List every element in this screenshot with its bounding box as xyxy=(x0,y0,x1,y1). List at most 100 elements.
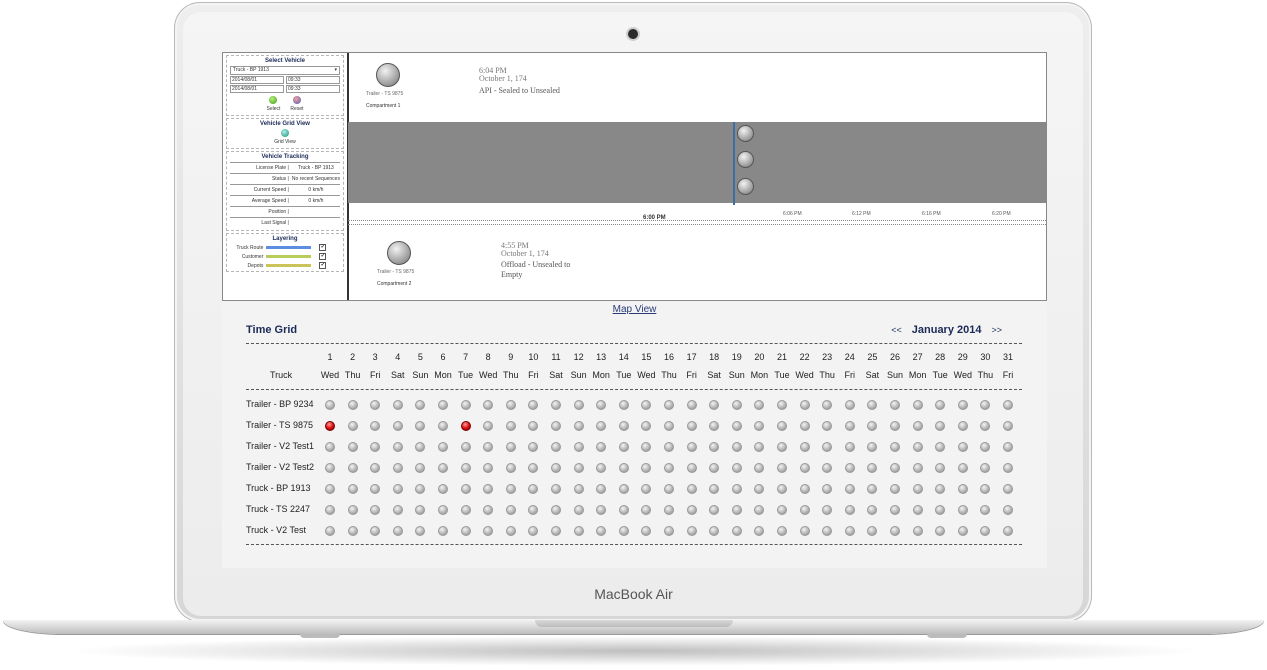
day-status-dot[interactable] xyxy=(867,442,878,452)
day-status-dot[interactable] xyxy=(618,421,629,431)
day-status-dot[interactable] xyxy=(664,463,674,473)
day-status-dot[interactable] xyxy=(505,484,516,494)
day-status-dot[interactable] xyxy=(754,400,765,410)
day-status-dot[interactable] xyxy=(438,484,448,494)
day-status-dot[interactable] xyxy=(438,442,448,452)
day-status-dot[interactable] xyxy=(392,526,403,536)
day-status-dot[interactable] xyxy=(392,505,403,515)
day-status-dot[interactable] xyxy=(709,484,720,494)
day-status-dot[interactable] xyxy=(438,400,448,410)
day-status-dot[interactable] xyxy=(392,421,403,431)
day-status-dot[interactable] xyxy=(415,442,426,452)
day-status-dot[interactable] xyxy=(551,400,561,410)
day-status-dot[interactable] xyxy=(777,484,787,494)
day-status-dot[interactable] xyxy=(686,484,697,494)
day-status-dot[interactable] xyxy=(822,400,833,410)
day-status-dot[interactable] xyxy=(325,484,335,494)
day-status-dot[interactable] xyxy=(573,442,584,452)
day-status-dot[interactable] xyxy=(799,526,810,536)
day-status-dot[interactable] xyxy=(325,463,335,473)
day-status-dot[interactable] xyxy=(573,526,584,536)
day-status-dot[interactable] xyxy=(325,400,335,410)
day-status-dot[interactable] xyxy=(844,400,855,410)
day-status-dot[interactable] xyxy=(618,463,629,473)
day-status-dot[interactable] xyxy=(754,442,765,452)
day-status-dot[interactable] xyxy=(347,484,358,494)
day-status-dot[interactable] xyxy=(528,526,539,536)
day-status-dot[interactable] xyxy=(596,505,607,515)
day-status-dot[interactable] xyxy=(844,421,855,431)
day-status-dot[interactable] xyxy=(980,505,991,515)
day-status-dot[interactable] xyxy=(844,484,855,494)
day-status-dot[interactable] xyxy=(957,505,968,515)
day-status-dot[interactable] xyxy=(483,442,494,452)
day-status-dot[interactable] xyxy=(596,400,607,410)
day-status-dot[interactable] xyxy=(731,400,742,410)
day-status-dot[interactable] xyxy=(347,421,358,431)
day-status-dot[interactable] xyxy=(686,526,697,536)
day-status-dot[interactable] xyxy=(528,505,539,515)
day-status-dot[interactable] xyxy=(551,484,561,494)
day-status-dot[interactable] xyxy=(1003,505,1013,515)
day-status-dot[interactable] xyxy=(890,400,900,410)
day-status-dot[interactable] xyxy=(370,505,381,515)
day-status-dot[interactable] xyxy=(415,400,426,410)
day-status-dot[interactable] xyxy=(912,505,923,515)
day-status-dot[interactable] xyxy=(686,505,697,515)
day-status-dot[interactable] xyxy=(912,400,923,410)
day-status-dot[interactable] xyxy=(551,505,561,515)
day-status-dot[interactable] xyxy=(731,526,742,536)
day-status-dot[interactable] xyxy=(392,463,403,473)
day-status-dot[interactable] xyxy=(709,463,720,473)
day-status-dot[interactable] xyxy=(822,526,833,536)
day-status-dot[interactable] xyxy=(867,526,878,536)
map-view-link[interactable]: Map View xyxy=(222,304,1047,315)
select-button[interactable]: Select xyxy=(267,96,280,112)
day-status-dot-alert[interactable] xyxy=(325,421,335,431)
day-status-dot[interactable] xyxy=(890,484,900,494)
day-status-dot[interactable] xyxy=(957,526,968,536)
day-status-dot[interactable] xyxy=(460,442,471,452)
day-status-dot[interactable] xyxy=(438,505,448,515)
day-status-dot[interactable] xyxy=(618,442,629,452)
vehicle-select[interactable]: Truck - BP 1913 ▾ xyxy=(230,66,340,75)
day-status-dot[interactable] xyxy=(551,526,561,536)
day-status-dot[interactable] xyxy=(867,400,878,410)
day-status-dot[interactable] xyxy=(528,421,539,431)
day-status-dot[interactable] xyxy=(505,526,516,536)
day-status-dot[interactable] xyxy=(460,505,471,515)
day-status-dot[interactable] xyxy=(935,400,946,410)
day-status-dot[interactable] xyxy=(641,421,652,431)
day-status-dot[interactable] xyxy=(460,463,471,473)
day-status-dot[interactable] xyxy=(754,463,765,473)
day-status-dot[interactable] xyxy=(483,526,494,536)
day-status-dot[interactable] xyxy=(912,442,923,452)
day-status-dot[interactable] xyxy=(799,400,810,410)
day-status-dot[interactable] xyxy=(596,442,607,452)
day-status-dot[interactable] xyxy=(731,505,742,515)
reset-button[interactable]: Reset xyxy=(290,96,303,112)
day-status-dot[interactable] xyxy=(438,463,448,473)
day-status-dot[interactable] xyxy=(370,400,381,410)
day-status-dot[interactable] xyxy=(438,421,448,431)
grid-view-button[interactable]: Grid View xyxy=(274,129,296,145)
day-status-dot[interactable] xyxy=(1003,484,1013,494)
day-status-dot[interactable] xyxy=(325,442,335,452)
day-status-dot[interactable] xyxy=(890,442,900,452)
day-status-dot[interactable] xyxy=(980,442,991,452)
day-status-dot[interactable] xyxy=(347,400,358,410)
day-status-dot[interactable] xyxy=(573,400,584,410)
day-status-dot[interactable] xyxy=(980,421,991,431)
day-status-dot[interactable] xyxy=(415,463,426,473)
day-status-dot[interactable] xyxy=(935,484,946,494)
day-status-dot[interactable] xyxy=(935,442,946,452)
day-status-dot[interactable] xyxy=(822,442,833,452)
day-status-dot[interactable] xyxy=(415,484,426,494)
day-status-dot[interactable] xyxy=(641,505,652,515)
timeline-event-marker[interactable] xyxy=(737,178,754,195)
day-status-dot[interactable] xyxy=(483,400,494,410)
day-status-dot[interactable] xyxy=(347,526,358,536)
day-status-dot[interactable] xyxy=(528,442,539,452)
day-status-dot[interactable] xyxy=(686,463,697,473)
day-status-dot[interactable] xyxy=(709,505,720,515)
